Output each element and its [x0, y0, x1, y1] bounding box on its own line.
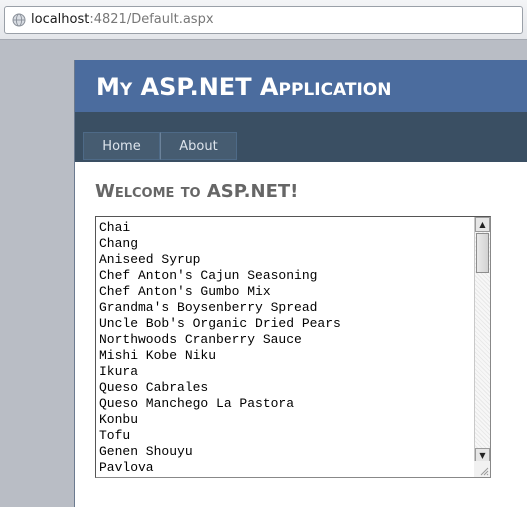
list-item: Chef Anton's Cajun Seasoning: [99, 268, 318, 283]
nav-bar: Home About: [75, 112, 527, 162]
list-item: Tofu: [99, 428, 131, 443]
page-title: Welcome to ASP.NET!: [95, 181, 299, 202]
url-text: localhost:4821/Default.aspx: [31, 12, 214, 27]
list-item: Ikura: [99, 364, 139, 379]
globe-icon: [12, 13, 26, 27]
list-item: Northwoods Cranberry Sauce: [99, 332, 302, 347]
list-item: Konbu: [99, 412, 139, 427]
list-item: Queso Manchego La Pastora: [99, 396, 295, 411]
list-item: Chai: [99, 220, 131, 235]
resize-grip-icon[interactable]: [474, 461, 490, 477]
vertical-scrollbar[interactable]: ▲ ▼: [474, 217, 490, 463]
list-item: Grandma's Boysenberry Spread: [99, 300, 318, 315]
address-bar[interactable]: localhost:4821/Default.aspx: [4, 6, 523, 34]
url-host: localhost: [31, 12, 90, 27]
page-container: My ASP.NET Application Home About Welcom…: [74, 60, 527, 507]
list-item: Uncle Bob's Organic Dried Pears: [99, 316, 341, 331]
url-path: :4821/Default.aspx: [89, 12, 214, 27]
app-title: My ASP.NET Application: [96, 73, 392, 101]
products-textarea[interactable]: Chai Chang Aniseed Syrup Chef Anton's Ca…: [95, 216, 491, 478]
main-menu: Home About: [83, 132, 237, 160]
list-item: Pavlova: [99, 460, 154, 475]
browser-toolbar: localhost:4821/Default.aspx: [0, 0, 527, 40]
list-item: Chef Anton's Gumbo Mix: [99, 284, 271, 299]
list-item: Queso Cabrales: [99, 380, 209, 395]
site-header: My ASP.NET Application: [75, 60, 527, 112]
menu-item-home[interactable]: Home: [83, 132, 160, 160]
product-list: Chai Chang Aniseed Syrup Chef Anton's Ca…: [99, 220, 341, 476]
list-item: Chang: [99, 236, 139, 251]
list-item: Aniseed Syrup: [99, 252, 201, 267]
list-item: Mishi Kobe Niku: [99, 348, 217, 363]
menu-item-about[interactable]: About: [160, 132, 237, 160]
scroll-thumb[interactable]: [476, 233, 489, 273]
list-item: Genen Shouyu: [99, 444, 193, 459]
arrow-up-icon[interactable]: ▲: [475, 217, 490, 232]
main-content: Welcome to ASP.NET! Chai Chang Aniseed S…: [75, 162, 527, 507]
